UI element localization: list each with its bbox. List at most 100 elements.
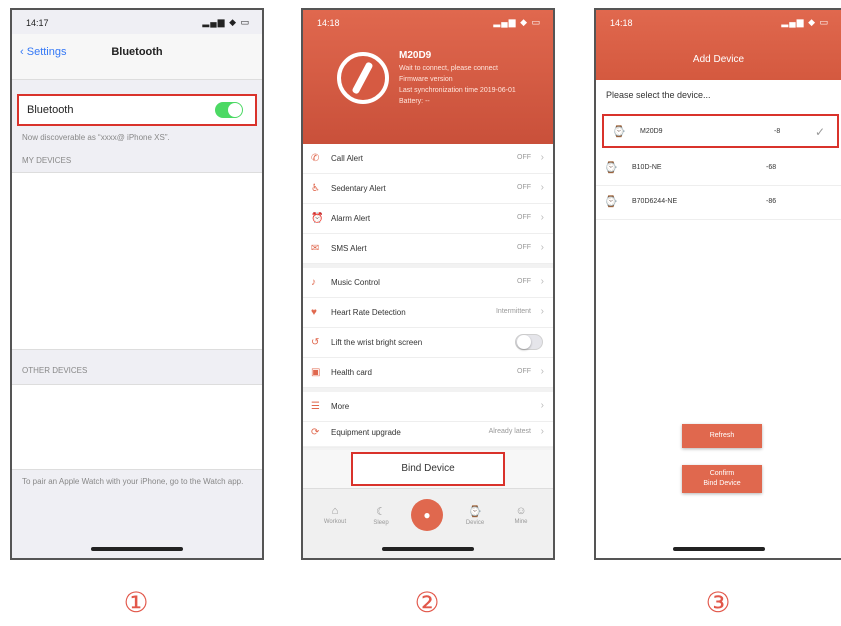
other-devices-list <box>12 384 262 470</box>
setting-label: Heart Rate Detection <box>331 308 406 317</box>
status-bar: 14:17 ▂▄▆ ◆ ▭ <box>12 10 262 34</box>
bluetooth-row[interactable]: Bluetooth <box>17 94 257 126</box>
home-tab-icon: ⌂ <box>331 505 339 517</box>
status-icons: ▂▄▆ ◆ ▭ <box>781 17 829 27</box>
nav-bar: ‹ Settings Bluetooth <box>12 34 262 80</box>
sedentary-icon: ♿ <box>311 183 320 194</box>
bluetooth-toggle[interactable] <box>215 102 243 118</box>
refresh-button[interactable]: Refresh <box>682 424 762 448</box>
misc-settings-list: ☰ More › ⟳ Equipment upgrade Already lat… <box>303 392 553 448</box>
device-row[interactable]: ⌚ B10D-NE -68 <box>596 152 841 186</box>
setting-label: Call Alert <box>331 154 364 163</box>
tab-sleep[interactable]: ☾ Sleep <box>361 505 401 526</box>
setting-row-music-control[interactable]: ♪ Music Control OFF › <box>303 268 553 298</box>
setting-row-lift-wrist: ↺ Lift the wrist bright screen <box>303 328 553 358</box>
chevron-right-icon: › <box>540 306 544 317</box>
music-icon: ♪ <box>311 277 316 288</box>
health-card-icon: ▣ <box>311 367 321 378</box>
confirm-label: Confirm <box>709 470 735 477</box>
setting-row-heart-rate[interactable]: ♥ Heart Rate Detection Intermittent › <box>303 298 553 328</box>
setting-row-sedentary-alert[interactable]: ♿ Sedentary Alert OFF › <box>303 174 553 204</box>
confirm-label-bind: Bind Device <box>703 480 741 487</box>
phone-icon: ✆ <box>311 153 320 164</box>
me-tab-icon: ☺ <box>515 505 527 517</box>
chevron-right-icon: › <box>540 276 544 287</box>
step-number-3: ③ <box>705 586 731 619</box>
wrist-icon: ↺ <box>311 337 320 348</box>
tab-workout[interactable]: ⌂ Workout <box>315 505 355 525</box>
add-device-header: 14:18 ▂▄▆ ◆ ▭ Add Device <box>596 10 841 80</box>
setting-label: Equipment upgrade <box>331 428 401 437</box>
device-info-line: Battery: -- <box>399 98 430 105</box>
device-row[interactable]: ⌚ B70D6244-NE -86 <box>596 186 841 220</box>
chevron-right-icon: › <box>540 366 544 377</box>
device-logo-icon <box>337 52 389 104</box>
device-name: M20D9 <box>640 128 663 135</box>
apple-watch-caption: To pair an Apple Watch with your iPhone,… <box>22 477 244 486</box>
home-indicator <box>91 547 183 551</box>
setting-row-sms-alert[interactable]: ✉ SMS Alert OFF › <box>303 234 553 264</box>
status-bar: 14:18 ▂▄▆ ◆ ▭ <box>596 10 841 34</box>
tab-mine[interactable]: ☺ Mine <box>501 505 541 525</box>
status-icons: ▂▄▆ ◆ ▭ <box>493 17 541 27</box>
page-title: Bluetooth <box>111 46 163 58</box>
setting-row-call-alert[interactable]: ✆ Call Alert OFF › <box>303 144 553 174</box>
status-time: 14:18 <box>610 18 633 28</box>
device-info-line: Firmware version <box>399 76 453 83</box>
more-icon: ☰ <box>311 401 320 412</box>
setting-row-health-card[interactable]: ▣ Health card OFF › <box>303 358 553 388</box>
setting-value: Intermittent <box>495 308 531 315</box>
bind-device-button[interactable]: Bind Device <box>351 452 505 486</box>
device-row-selected[interactable]: ⌚ M20D9 -8 ✓ <box>602 114 839 148</box>
setting-value: OFF <box>517 278 531 285</box>
status-bar: 14:18 ▂▄▆ ◆ ▭ <box>303 10 553 34</box>
setting-value: OFF <box>517 244 531 251</box>
step-number-2: ② <box>414 586 440 619</box>
status-icons: ▂▄▆ ◆ ▭ <box>202 17 250 27</box>
tab-label: Sleep <box>373 520 389 526</box>
setting-value: OFF <box>517 184 531 191</box>
my-devices-list <box>12 172 262 350</box>
setting-value: OFF <box>517 214 531 221</box>
home-indicator <box>382 547 474 551</box>
sms-icon: ✉ <box>311 243 320 254</box>
setting-label: Music Control <box>331 278 380 287</box>
sleep-tab-icon: ☾ <box>376 506 386 518</box>
tab-label: Mine <box>514 519 528 525</box>
watch-device-icon: ⌚ <box>612 126 626 138</box>
device-tab-icon: ⌚ <box>468 506 482 518</box>
page-title: Add Device <box>692 54 745 65</box>
tab-device[interactable]: ⌚ Device <box>455 505 495 526</box>
setting-label: Lift the wrist bright screen <box>331 338 423 347</box>
watch-device-icon: ⌚ <box>604 196 618 208</box>
chevron-right-icon: › <box>540 242 544 253</box>
step-number-1: ① <box>123 586 149 619</box>
setting-value: OFF <box>517 368 531 375</box>
status-time: 14:18 <box>317 18 340 28</box>
setting-label: Alarm Alert <box>331 214 371 223</box>
checkmark-icon: ✓ <box>814 125 825 139</box>
setting-label: Sedentary Alert <box>331 184 386 193</box>
device-rssi: -8 <box>774 128 781 135</box>
discoverable-caption: Now discoverable as “xxxx@ iPhone XS”. <box>22 133 170 142</box>
device-info-line: Last synchronization time 2019-06-01 <box>399 87 516 94</box>
alarm-icon: ⏰ <box>311 213 324 224</box>
watch-device-icon: ⌚ <box>604 162 618 174</box>
upgrade-icon: ⟳ <box>311 427 320 438</box>
device-info-line: Wait to connect, please connect <box>399 65 498 72</box>
device-name: B10D-NE <box>632 164 662 171</box>
tab-label: Device <box>465 520 485 526</box>
lift-wrist-toggle[interactable] <box>515 334 543 350</box>
status-time: 14:17 <box>26 18 49 28</box>
confirm-bind-button[interactable]: Confirm Bind Device <box>682 465 762 493</box>
select-device-prompt: Please select the device... <box>606 90 711 100</box>
chevron-right-icon: › <box>540 182 544 193</box>
phone-screen-device-page: 14:18 ▂▄▆ ◆ ▭ M20D9 Wait to connect, ple… <box>301 8 555 560</box>
home-indicator <box>672 547 765 551</box>
device-name: B70D6244-NE <box>632 198 678 205</box>
device-header: 14:18 ▂▄▆ ◆ ▭ M20D9 Wait to connect, ple… <box>303 10 553 144</box>
setting-row-alarm-alert[interactable]: ⏰ Alarm Alert OFF › <box>303 204 553 234</box>
chevron-right-icon: › <box>540 400 544 411</box>
setting-row-equipment-upgrade[interactable]: ⟳ Equipment upgrade Already latest › <box>303 418 553 448</box>
center-action-button[interactable]: ● <box>411 499 443 531</box>
